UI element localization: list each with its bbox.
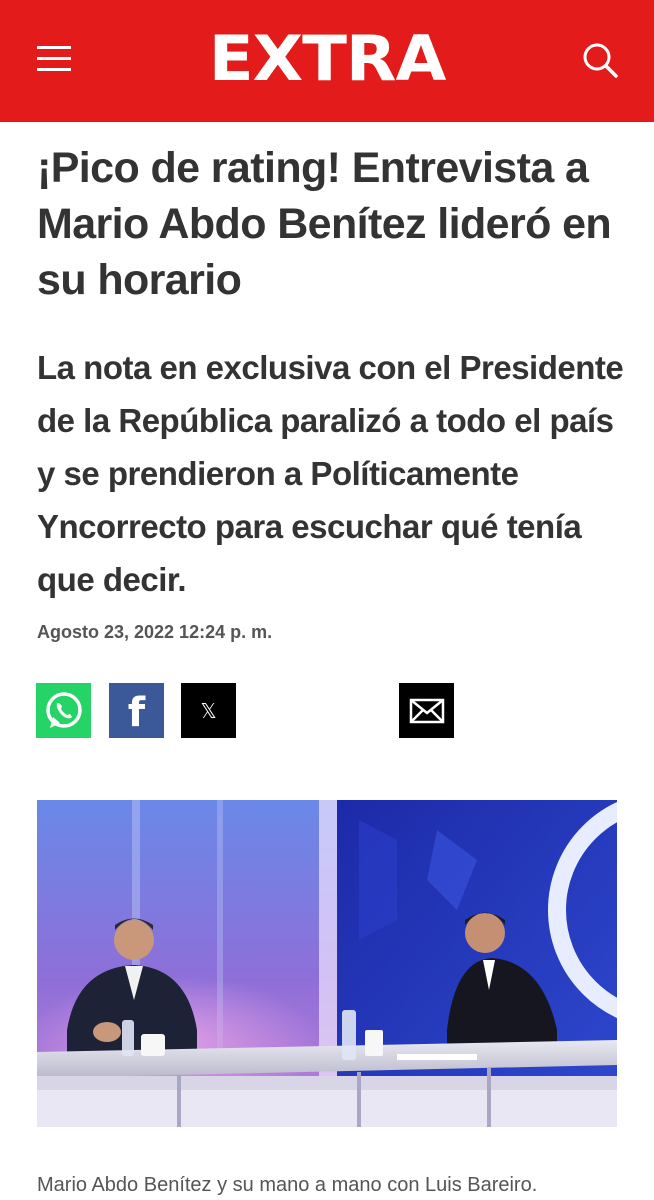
share-facebook-button[interactable]: f	[109, 683, 164, 738]
article-image[interactable]	[37, 800, 617, 1127]
article-date: Agosto 23, 2022 12:24 p. m.	[37, 622, 273, 642]
article-subtitle: La nota en exclusiva con el Presidente d…	[37, 349, 624, 598]
menu-line	[37, 68, 71, 71]
search-icon[interactable]	[580, 40, 620, 80]
site-logo[interactable]: EXTRA	[200, 24, 454, 94]
article-title: ¡Pico de rating! Entrevista a Mario Abdo…	[37, 144, 612, 304]
mail-icon	[409, 698, 444, 723]
share-x-button[interactable]: 𝕏	[181, 683, 236, 738]
share-email-button[interactable]	[399, 683, 454, 738]
share-whatsapp-button[interactable]	[36, 683, 91, 738]
menu-line	[37, 46, 71, 49]
whatsapp-icon	[45, 691, 82, 728]
image-caption: Mario Abdo Benítez y su mano a mano con …	[37, 1174, 538, 1196]
hamburger-menu-icon[interactable]	[37, 45, 71, 73]
site-header: EXTRA	[0, 0, 654, 122]
facebook-icon: f	[127, 689, 146, 736]
menu-line	[37, 57, 71, 60]
x-icon: 𝕏	[200, 698, 217, 723]
